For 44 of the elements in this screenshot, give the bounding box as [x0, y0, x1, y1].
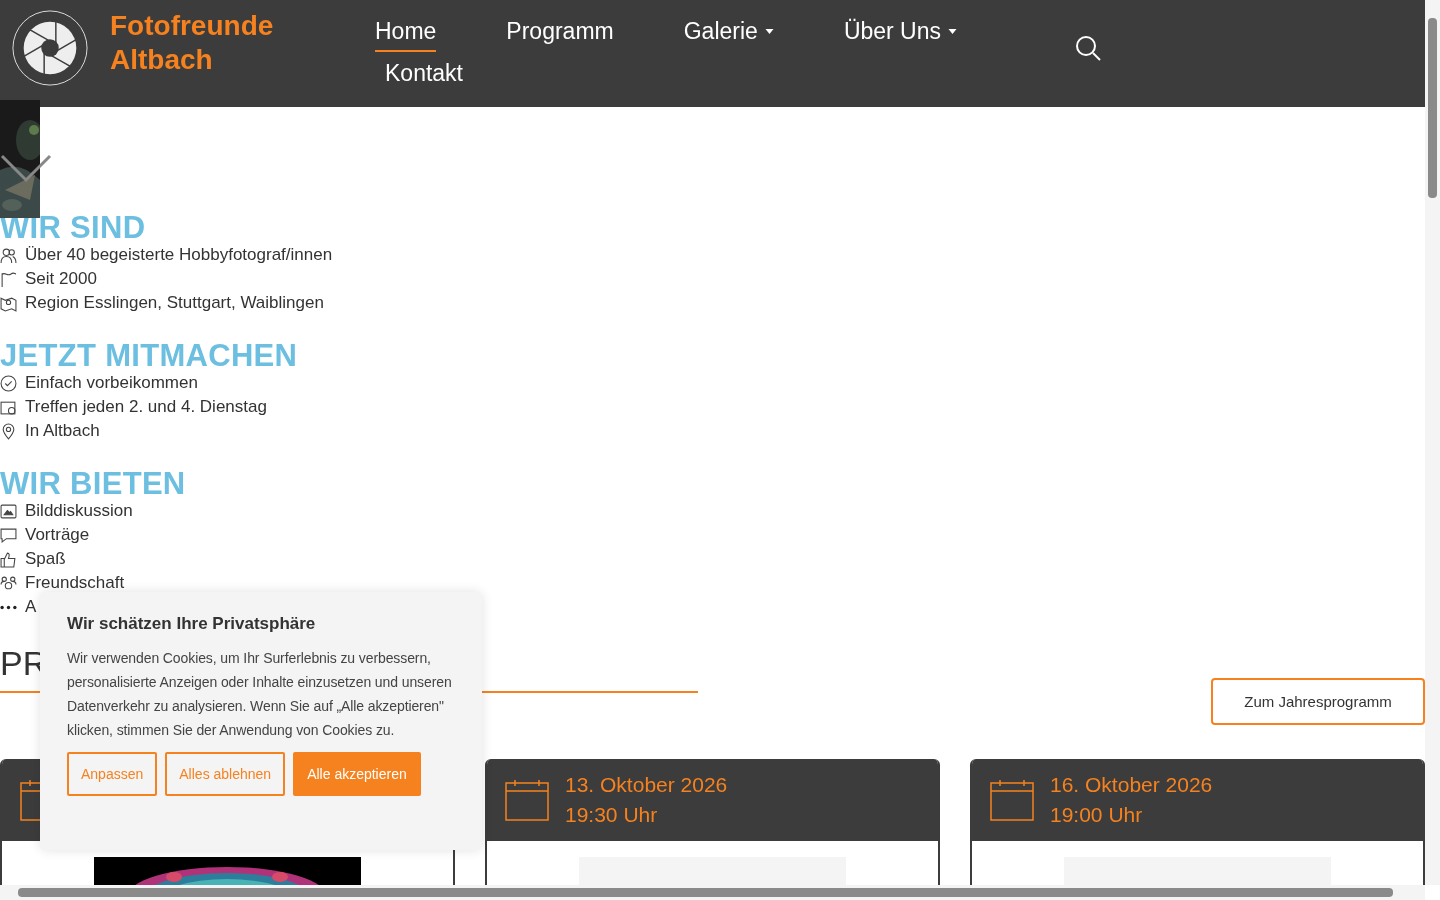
event-date: 16. Oktober 2026 — [1050, 772, 1213, 798]
aperture-logo-icon[interactable] — [11, 9, 89, 87]
vertical-scrollbar[interactable] — [1425, 0, 1440, 885]
check-circle-icon — [0, 374, 17, 392]
group-icon — [0, 574, 17, 592]
list-item-text: Seit 2000 — [25, 269, 97, 289]
list-item-text: Einfach vorbeikommen — [25, 373, 198, 393]
people-icon — [0, 246, 17, 264]
section-heading: JETZT MITMACHEN — [0, 341, 299, 371]
search-icon[interactable] — [1075, 35, 1101, 61]
event-time: 19:00 Uhr — [1050, 802, 1144, 828]
horizontal-scrollbar[interactable] — [0, 885, 1425, 900]
thumbs-up-icon — [0, 550, 17, 568]
calendar-icon — [505, 779, 549, 821]
dialog-text: Wir verwenden Cookies, um Ihr Surferlebnis zu verbessern, personalisierte Anzeigen oder Inhalte einzusetzen und unseren Datenverkehr zu analysieren. Wenn Sie auf „Alle akzeptieren" klicken, stimmen Sie der Anwendung von Cookies zu. — [67, 649, 453, 740]
calendar-icon — [20, 779, 40, 821]
nav-link[interactable]: Über Uns — [843, 14, 958, 52]
list-item-text: Region Esslingen, Stuttgart, Waiblingen — [25, 293, 324, 313]
dots-icon — [0, 604, 17, 610]
list-item-text: In Altbach — [25, 421, 100, 441]
list-item-text: Bilddiskussion — [25, 501, 133, 521]
chevron-down-icon[interactable] — [0, 154, 52, 184]
year-program-button[interactable]: Zum Jahresprogramm — [1211, 678, 1425, 725]
flag-icon — [0, 270, 17, 288]
list-item-text: Treffen jeden 2. und 4. Dienstag — [25, 397, 267, 417]
speech-bubble-icon — [0, 526, 17, 544]
list-item-text: A — [25, 597, 37, 617]
event-date: 13. Oktober 2026 — [565, 772, 728, 798]
map-icon — [0, 294, 17, 312]
nav-link[interactable]: Home — [375, 14, 437, 52]
nav-link[interactable]: Kontakt — [385, 56, 463, 94]
event-time: 19:30 Uhr — [565, 802, 659, 828]
site-title[interactable]: Fotofreunde Altbach — [110, 9, 375, 77]
location-pin-icon — [0, 422, 17, 440]
list-item-text: Vorträge — [25, 525, 90, 545]
calendar-icon — [990, 779, 1034, 821]
dialog-title: Wir schätzen Ihre Privatsphäre — [67, 614, 317, 634]
section-heading: WIR BIETEN — [0, 469, 187, 499]
list-item-text: Spaß — [25, 549, 66, 569]
list-item-text: Über 40 begeisterte Hobbyfotograf/innen — [25, 245, 333, 265]
list-item-text: Freundschaft — [25, 573, 125, 593]
nav-link[interactable]: Galerie — [683, 14, 774, 52]
image-icon — [0, 502, 17, 520]
nav-link[interactable]: Programm — [506, 14, 614, 52]
